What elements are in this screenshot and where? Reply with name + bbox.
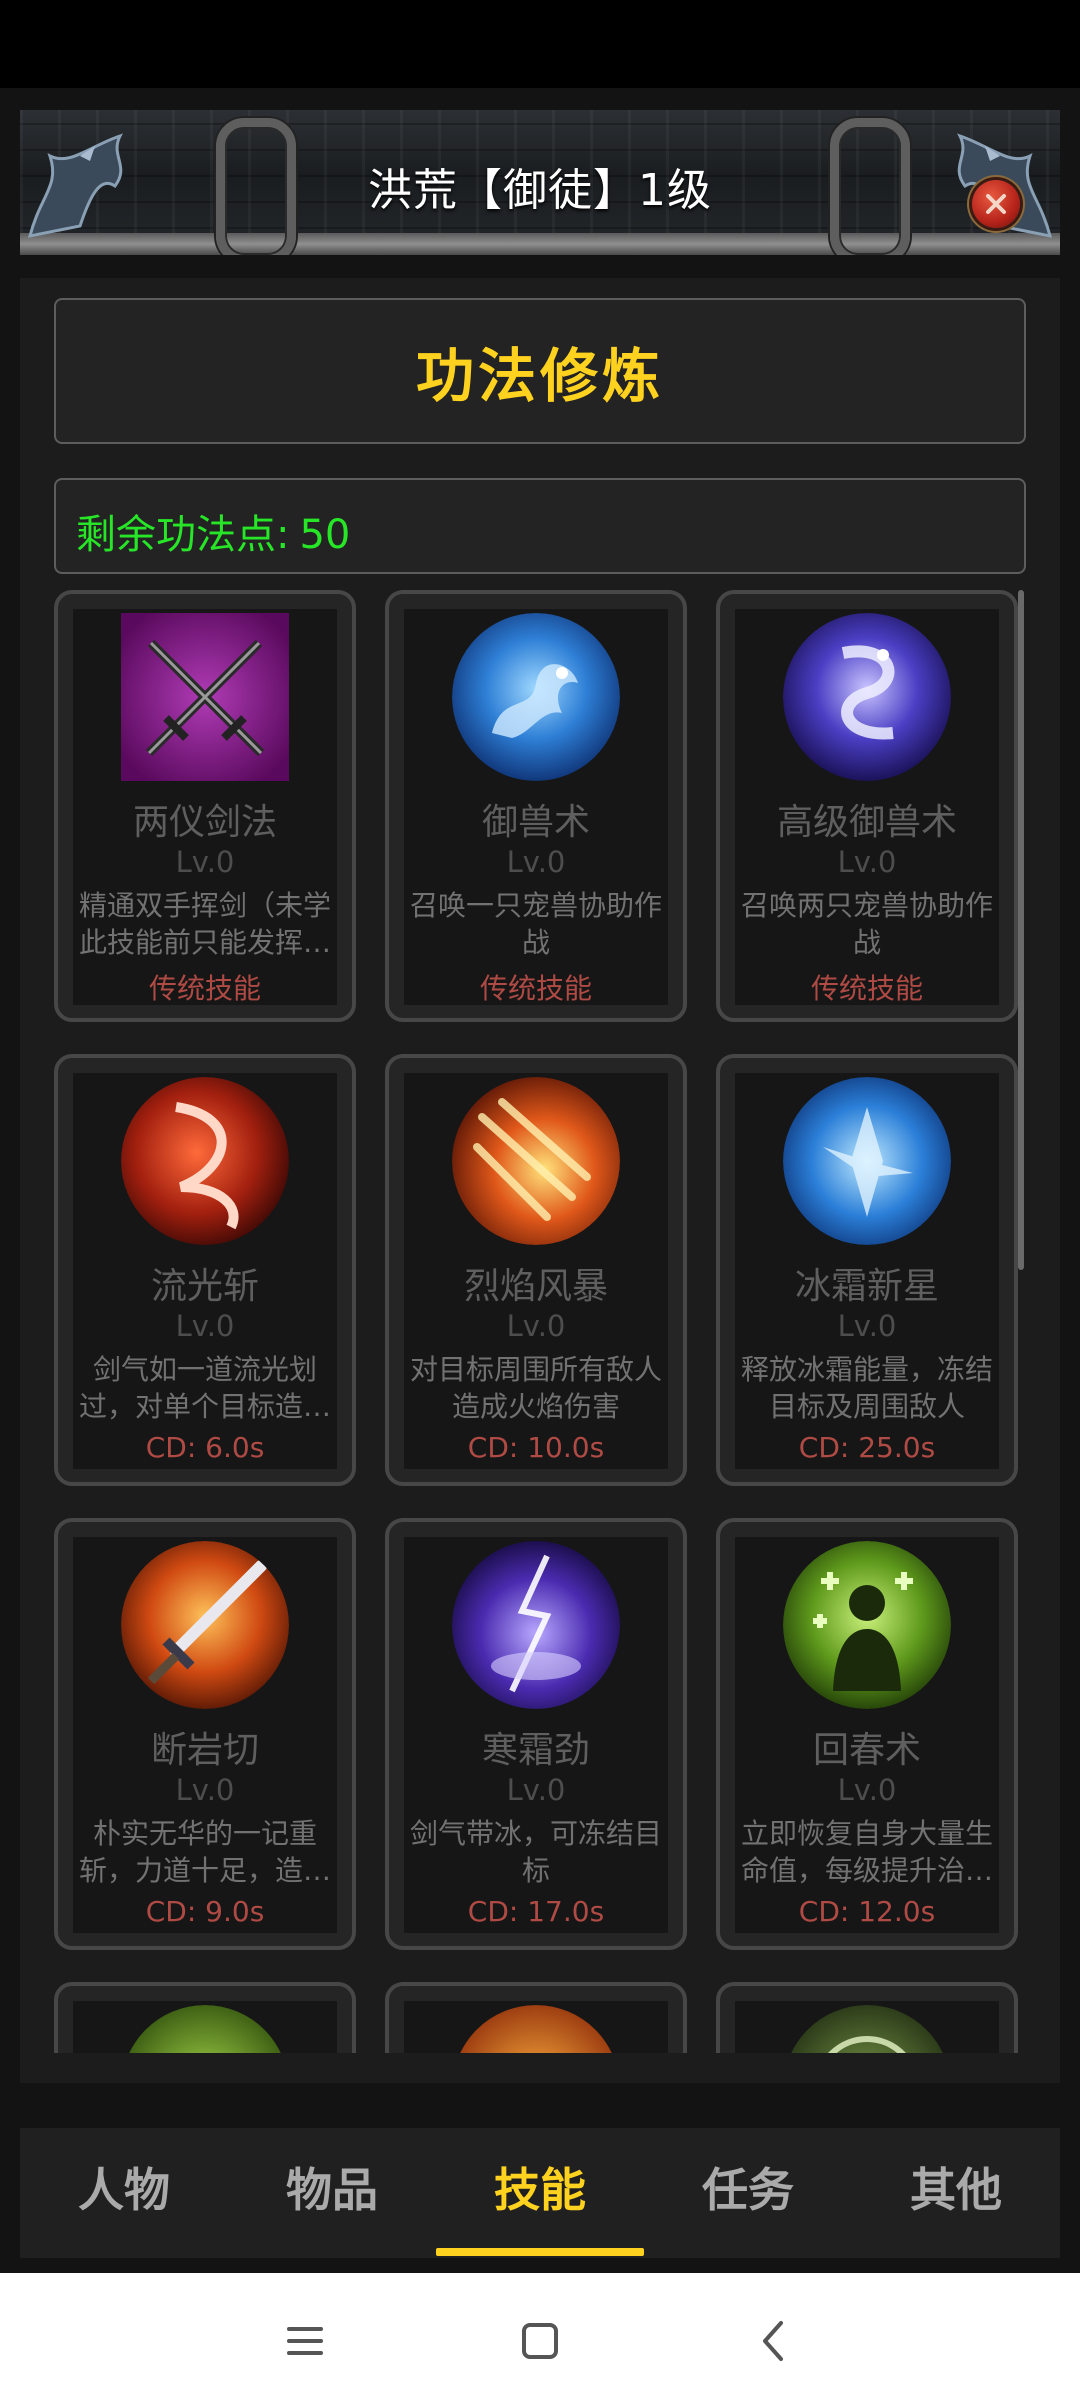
- skill-tag: CD: 25.0s: [798, 1431, 936, 1464]
- header-banner: 洪荒【御徒】1级: [20, 110, 1060, 255]
- app-frame: 洪荒【御徒】1级 功法修炼 剩余功法点: 50 两仪剑法 Lv.0 精通双手挥剑…: [0, 88, 1080, 2273]
- close-button[interactable]: [972, 180, 1020, 228]
- skill-card[interactable]: 回春术 Lv.0 立即恢复自身大量生命值，每级提升治… CD: 12.0s: [716, 1518, 1018, 1950]
- panel-title-box: 功法修炼: [54, 298, 1026, 444]
- skill-name: 断岩切: [150, 1730, 259, 1771]
- skill-description: 召唤两只宠兽协助作战: [741, 889, 993, 959]
- skill-description: 释放冰霜能量，冻结目标及周围敌人: [741, 1353, 993, 1423]
- skill-name: 两仪剑法: [132, 802, 277, 843]
- skill-level: Lv.0: [837, 845, 897, 879]
- skill-name: 寒霜劲: [481, 1730, 590, 1771]
- flaming-sword-icon: [121, 1541, 289, 1709]
- green-skill-icon: [121, 2005, 289, 2053]
- skill-card[interactable]: 高级御兽术 Lv.0 召唤两只宠兽协助作战 传统技能: [716, 590, 1018, 1022]
- tab-character[interactable]: 人物: [20, 2128, 228, 2258]
- skill-name: 烈焰风暴: [463, 1266, 608, 1307]
- status-bar: [0, 0, 1080, 88]
- skill-name: 御兽术: [481, 802, 590, 843]
- skill-level: Lv.0: [506, 845, 566, 879]
- skill-card[interactable]: [385, 1982, 687, 2053]
- system-navigation-bar: [0, 2273, 1080, 2400]
- active-tab-indicator: [436, 2248, 644, 2256]
- skill-level: Lv.0: [175, 1309, 235, 1343]
- fire-storm-icon: [452, 1077, 620, 1245]
- skill-card[interactable]: 烈焰风暴 Lv.0 对目标周围所有敌人造成火焰伤害 CD: 10.0s: [385, 1054, 687, 1486]
- skill-card[interactable]: 两仪剑法 Lv.0 精通双手挥剑（未学此技能前只能发挥… 传统技能: [54, 590, 356, 1022]
- skill-card[interactable]: 断岩切 Lv.0 朴实无华的一记重斩，力道十足，造… CD: 9.0s: [54, 1518, 356, 1950]
- skill-level: Lv.0: [175, 1773, 235, 1807]
- skill-level: Lv.0: [175, 845, 235, 879]
- skill-description: 对目标周围所有敌人造成火焰伤害: [410, 1353, 662, 1423]
- skill-points-label: 剩余功法点:: [76, 512, 290, 558]
- skill-grid[interactable]: 两仪剑法 Lv.0 精通双手挥剑（未学此技能前只能发挥… 传统技能 御兽术 Lv…: [20, 588, 1060, 2053]
- skill-card[interactable]: 冰霜新星 Lv.0 释放冰霜能量，冻结目标及周围敌人 CD: 25.0s: [716, 1054, 1018, 1486]
- skill-level: Lv.0: [837, 1773, 897, 1807]
- skill-tag: CD: 10.0s: [467, 1431, 605, 1464]
- skill-tag: 传统技能: [148, 972, 261, 1005]
- lightning-icon: [452, 1541, 620, 1709]
- heal-figure-icon: [783, 1541, 951, 1709]
- home-icon[interactable]: [510, 2311, 570, 2371]
- skill-name: 流光斩: [150, 1266, 259, 1307]
- skill-tag: CD: 6.0s: [145, 1431, 265, 1464]
- skill-description: 召唤一只宠兽协助作战: [410, 889, 662, 959]
- skill-description: 精通双手挥剑（未学此技能前只能发挥…: [79, 889, 331, 959]
- menu-icon[interactable]: [275, 2311, 335, 2371]
- skill-tag: 传统技能: [479, 972, 592, 1005]
- fire-skill-icon: [452, 2005, 620, 2053]
- light-slash-icon: [121, 1077, 289, 1245]
- tab-quests[interactable]: 任务: [644, 2128, 852, 2258]
- scrollbar[interactable]: [1018, 590, 1024, 1270]
- skill-description: 朴实无华的一记重斩，力道十足，造…: [79, 1817, 331, 1887]
- skill-level: Lv.0: [506, 1773, 566, 1807]
- skill-card[interactable]: 御兽术 Lv.0 召唤一只宠兽协助作战 传统技能: [385, 590, 687, 1022]
- skills-panel: 功法修炼 剩余功法点: 50 两仪剑法 Lv.0 精通双手挥剑（未学此技能前只能…: [20, 278, 1060, 2083]
- tab-other[interactable]: 其他: [852, 2128, 1060, 2258]
- panel-title: 功法修炼: [415, 342, 664, 410]
- bottom-tab-bar: 人物 物品 技能 任务 其他: [20, 2128, 1060, 2258]
- crossed-swords-icon: [121, 613, 289, 781]
- tab-skills[interactable]: 技能: [436, 2128, 644, 2258]
- skill-name: 冰霜新星: [794, 1266, 939, 1307]
- skill-card[interactable]: 流光斩 Lv.0 剑气如一道流光划过，对单个目标造… CD: 6.0s: [54, 1054, 356, 1486]
- tab-items[interactable]: 物品: [228, 2128, 436, 2258]
- skill-tag: CD: 9.0s: [145, 1895, 265, 1928]
- close-icon: [986, 194, 1006, 214]
- skill-name: 高级御兽术: [776, 802, 957, 843]
- skill-card[interactable]: [716, 1982, 1018, 2053]
- back-icon[interactable]: [745, 2311, 805, 2371]
- blue-dragon-icon: [452, 613, 620, 781]
- skill-points-value: 50: [299, 512, 351, 558]
- skill-tag: 传统技能: [810, 972, 923, 1005]
- skill-description: 立即恢复自身大量生命值，每级提升治…: [741, 1817, 993, 1887]
- skill-level: Lv.0: [837, 1309, 897, 1343]
- skill-points-box: 剩余功法点: 50: [54, 478, 1026, 574]
- page-title: 洪荒【御徒】1级: [368, 165, 712, 216]
- skill-description: 剑气带冰，可冻结目标: [410, 1817, 662, 1887]
- skill-tag: CD: 12.0s: [798, 1895, 936, 1928]
- frost-nova-icon: [783, 1077, 951, 1245]
- skill-card[interactable]: 寒霜劲 Lv.0 剑气带冰，可冻结目标 CD: 17.0s: [385, 1518, 687, 1950]
- skill-level: Lv.0: [506, 1309, 566, 1343]
- shield-figure-icon: [783, 2005, 951, 2053]
- skill-name: 回春术: [812, 1730, 921, 1771]
- purple-dragon-icon: [783, 613, 951, 781]
- skill-tag: CD: 17.0s: [467, 1895, 605, 1928]
- skill-card[interactable]: [54, 1982, 356, 2053]
- skill-description: 剑气如一道流光划过，对单个目标造…: [79, 1353, 331, 1423]
